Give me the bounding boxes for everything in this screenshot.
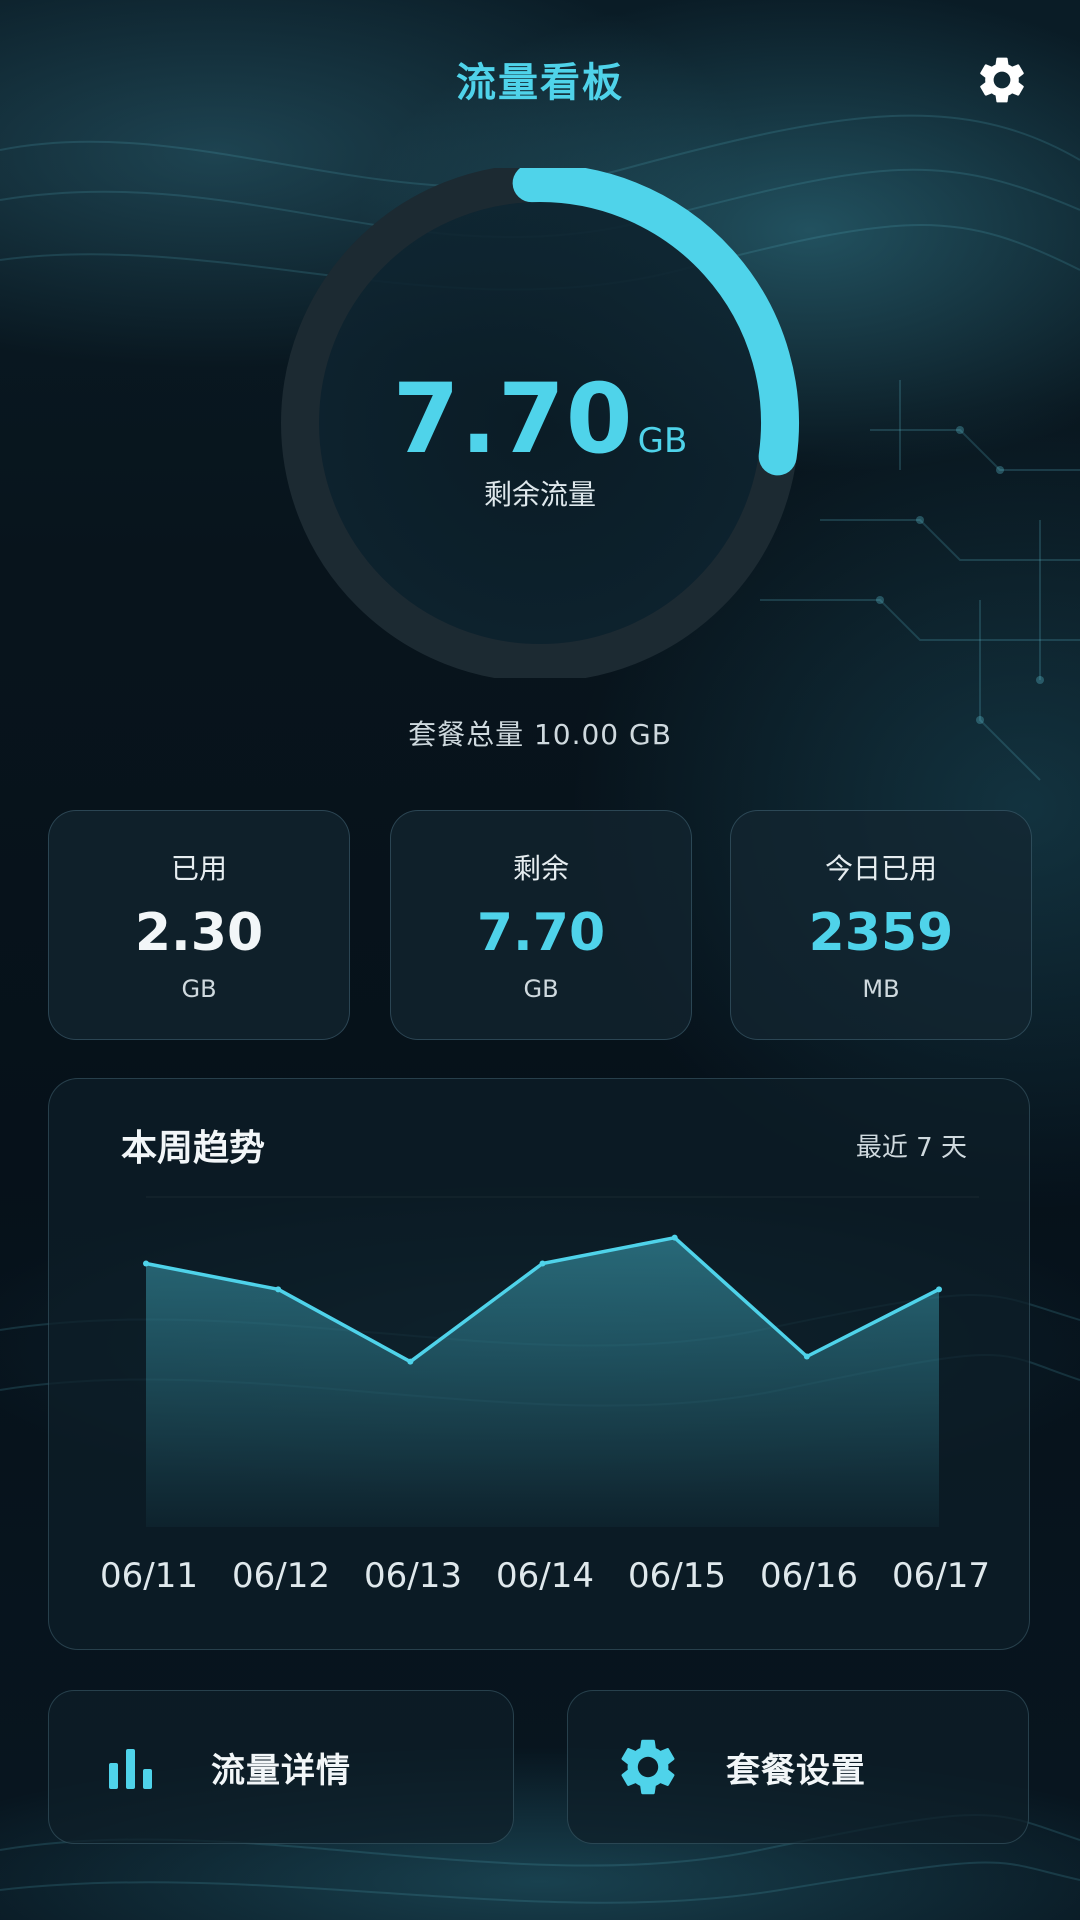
- stat-label: 已用: [170, 852, 227, 885]
- stat-label: 今日已用: [824, 852, 937, 885]
- chart-point: [539, 1260, 546, 1267]
- x-tick-label: 06/13: [364, 1556, 462, 1596]
- remaining-unit: GB: [637, 421, 688, 461]
- stat-card-remaining[interactable]: 剩余 7.70 GB: [390, 810, 692, 1040]
- trend-title: 本周趋势: [121, 1128, 266, 1169]
- x-tick-label: 06/11: [100, 1556, 198, 1596]
- gear-icon: [980, 57, 1024, 103]
- stat-unit: MB: [862, 975, 900, 1003]
- x-tick-label: 06/12: [232, 1556, 330, 1596]
- bar-chart-icon: [109, 1749, 152, 1789]
- app-header: 流量看板: [0, 38, 1080, 118]
- plan-settings-button[interactable]: 套餐设置: [567, 1690, 1029, 1844]
- chart-point: [803, 1353, 810, 1360]
- chart-point: [936, 1286, 942, 1293]
- page-title: 流量看板: [456, 60, 624, 106]
- stat-value: 2359: [808, 903, 954, 963]
- plan-settings-label: 套餐设置: [726, 1750, 866, 1791]
- usage-details-button[interactable]: 流量详情: [48, 1690, 514, 1844]
- settings-button[interactable]: [972, 50, 1032, 110]
- remaining-value: 7.70 GB: [205, 363, 875, 475]
- trend-range: 最近 7 天: [855, 1133, 967, 1163]
- chart-area-fill: [146, 1237, 939, 1527]
- x-tick-label: 06/14: [496, 1556, 594, 1596]
- stat-card-today[interactable]: 今日已用 2359 MB: [730, 810, 1032, 1040]
- gear-icon: [621, 1739, 675, 1795]
- stat-unit: GB: [181, 975, 217, 1003]
- x-tick-label: 06/16: [760, 1556, 858, 1596]
- plan-total: 套餐总量 10.00 GB: [408, 718, 672, 751]
- stat-unit: GB: [523, 975, 559, 1003]
- chart-point: [143, 1260, 149, 1267]
- stat-value: 7.70: [476, 903, 606, 963]
- stat-label: 剩余: [512, 852, 569, 885]
- stat-card-used[interactable]: 已用 2.30 GB: [48, 810, 350, 1040]
- usage-details-label: 流量详情: [211, 1750, 351, 1791]
- chart-point: [407, 1358, 414, 1365]
- remaining-gauge: 7.70 GB 剩余流量: [205, 168, 875, 678]
- stat-value: 2.30: [134, 903, 264, 963]
- x-tick-label: 06/17: [892, 1556, 990, 1596]
- remaining-label: 剩余流量: [483, 478, 596, 511]
- chart-point: [275, 1286, 282, 1293]
- chart-point: [671, 1234, 678, 1241]
- x-tick-label: 06/15: [628, 1556, 726, 1596]
- weekly-trend-card: 06/11 06/12 06/13 06/14 06/15 06/16 06/17 本周趋势…: [48, 1078, 1030, 1650]
- remaining-number: 7.70: [392, 363, 634, 475]
